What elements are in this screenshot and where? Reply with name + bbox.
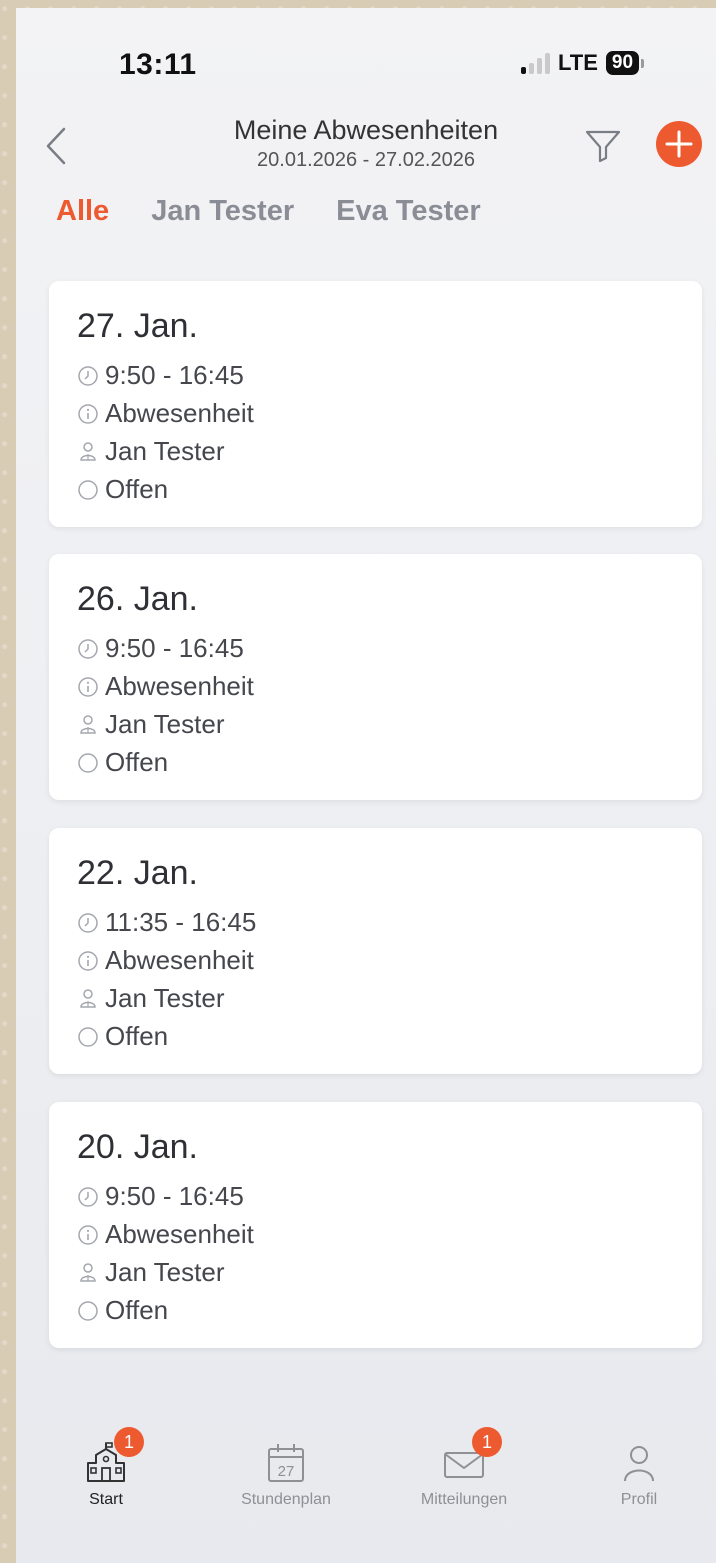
app-screen: 13:11 LTE 90 Meine Abwesenheiten 20.01.2… [16,8,716,1563]
back-button[interactable] [34,121,74,171]
absence-time-row: 9:50 - 16:45 [77,1181,244,1212]
absence-time-row: 11:35 - 16:45 [77,907,256,938]
absence-date: 22. Jan. [77,854,198,892]
calendar-icon: 27 [264,1441,308,1485]
absence-status: Offen [105,474,169,504]
tab-start[interactable]: 1 Start [31,1423,181,1509]
tab-mitteilungen[interactable]: 1 Mitteilungen [389,1423,539,1509]
clock-icon [78,1186,98,1207]
clock-icon [78,365,98,386]
student-icon [80,441,96,461]
absence-status: Offen [105,1295,169,1325]
absence-type-row: Abwesenheit [77,398,254,429]
absence-time: 9:50 - 16:45 [105,360,244,390]
absence-person: Jan Tester [105,709,225,739]
notification-badge: 1 [472,1427,502,1457]
tab-alle[interactable]: Alle [56,195,109,228]
tab-label: Start [89,1491,123,1508]
absence-time-row: 9:50 - 16:45 [77,633,244,664]
absence-type-row: Abwesenheit [77,945,254,976]
absence-time: 11:35 - 16:45 [105,907,257,937]
navigation-bar: Meine Abwesenheiten 20.01.2026 - 27.02.2… [16,113,716,183]
date-range: 20.01.2026 - 27.02.2026 [257,149,475,171]
absence-card[interactable]: 27. Jan. 9:50 - 16:45 Abwesenheit Jan Te… [49,281,702,527]
status-circle-icon [78,1300,98,1321]
battery-icon: 90 [605,51,645,75]
notification-badge: 1 [114,1427,144,1457]
status-circle-icon [78,1026,98,1047]
plus-circle-icon [656,121,702,167]
absence-person-row: Jan Tester [77,983,224,1014]
absence-time-row: 9:50 - 16:45 [77,360,244,391]
filter-icon [585,130,621,163]
chevron-left-icon [46,127,66,165]
absence-date: 20. Jan. [77,1128,198,1166]
network-label: LTE [558,50,598,75]
signal-icon [521,52,550,74]
info-icon [78,950,98,971]
absence-status-row: Offen [77,1021,168,1052]
absence-status-row: Offen [77,474,168,505]
tab-label: Mitteilungen [420,1491,508,1508]
absence-date: 26. Jan. [77,580,198,618]
tab-eva-tester[interactable]: Eva Tester [336,195,481,228]
tab-jan-tester[interactable]: Jan Tester [151,195,294,228]
student-icon [80,714,96,734]
battery-level: 90 [605,51,640,75]
absence-type-row: Abwesenheit [77,1219,254,1250]
filter-button[interactable] [581,123,625,167]
absence-time: 9:50 - 16:45 [105,633,244,663]
tab-profil[interactable]: Profil [564,1423,714,1509]
absence-person-row: Jan Tester [77,1257,224,1288]
status-circle-icon [78,479,98,500]
absence-status: Offen [105,1021,169,1051]
absence-card[interactable]: 22. Jan. 11:35 - 16:45 Abwesenheit Jan T… [49,828,702,1074]
tab-label: Profil [620,1491,658,1508]
absence-type: Abwesenheit [105,1219,254,1249]
clock-icon [78,912,98,933]
absence-person: Jan Tester [105,983,225,1013]
absence-type: Abwesenheit [105,671,254,701]
absence-type: Abwesenheit [105,398,254,428]
filter-tabs: Alle Jan Tester Eva Tester [56,195,481,228]
status-indicators: LTE 90 [521,50,645,76]
school-icon: 1 [84,1427,144,1485]
page-title: Meine Abwesenheiten [233,115,499,145]
clock-icon [78,638,98,659]
info-icon [78,676,98,697]
bottom-tab-bar: 1 Start 27 Stundenplan 1 Mitteilungen Pr… [16,1423,716,1533]
mail-icon: 1 [442,1427,502,1485]
absence-card[interactable]: 26. Jan. 9:50 - 16:45 Abwesenheit Jan Te… [49,554,702,800]
absence-card[interactable]: 20. Jan. 9:50 - 16:45 Abwesenheit Jan Te… [49,1102,702,1348]
absence-date: 27. Jan. [77,307,198,345]
tab-label: Stundenplan [241,1491,331,1508]
absence-status-row: Offen [77,1295,168,1326]
calendar-day: 27 [278,1463,295,1480]
info-icon [78,1224,98,1245]
info-icon [78,403,98,424]
absence-type-row: Abwesenheit [77,671,254,702]
absence-person-row: Jan Tester [77,709,224,740]
absence-status-row: Offen [77,747,168,778]
absence-type: Abwesenheit [105,945,254,975]
person-icon [617,1441,661,1485]
absence-person: Jan Tester [105,1257,225,1287]
absence-time: 9:50 - 16:45 [105,1181,244,1211]
status-circle-icon [78,752,98,773]
add-absence-button[interactable] [654,119,704,169]
tab-stundenplan[interactable]: 27 Stundenplan [211,1423,361,1509]
nav-titles: Meine Abwesenheiten 20.01.2026 - 27.02.2… [176,113,556,173]
student-icon [80,1262,96,1282]
absence-status: Offen [105,747,169,777]
absence-person: Jan Tester [105,436,225,466]
status-time: 13:11 [119,48,197,81]
student-icon [80,988,96,1008]
status-bar: 13:11 LTE 90 [16,8,716,118]
absence-person-row: Jan Tester [77,436,224,467]
